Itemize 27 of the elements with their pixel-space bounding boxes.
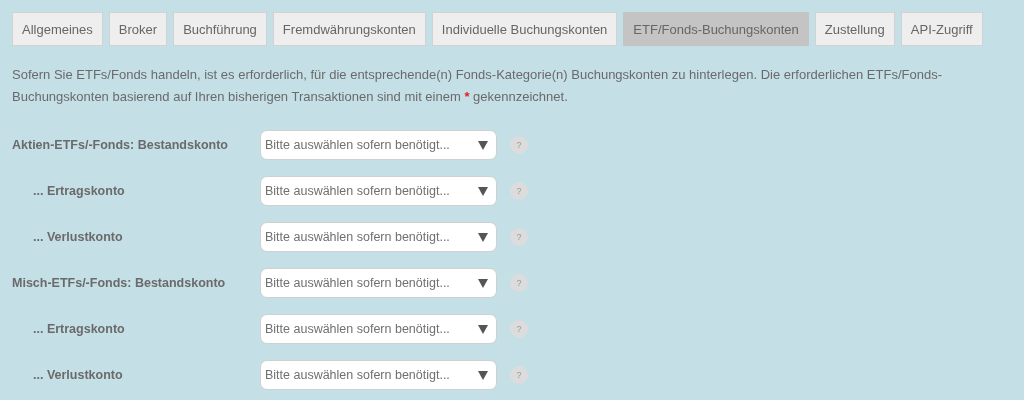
caret-icon [478, 140, 488, 150]
account-select[interactable]: Bitte auswählen sofern benötigt... [260, 176, 497, 206]
field-label: ... Verlustkonto [32, 368, 124, 382]
caret-icon [478, 232, 488, 242]
field-label: ... Verlustkonto [32, 230, 124, 244]
field-label: ... Ertragskonto [32, 184, 126, 198]
settings-tab[interactable]: ETF/Fonds-Buchungskonten [623, 12, 809, 46]
caret-icon [478, 370, 488, 380]
settings-tab[interactable]: API-Zugriff [900, 12, 983, 46]
settings-tab[interactable]: Allgemeines [12, 12, 103, 46]
field-label: Aktien-ETFs/-Fonds: Bestandskonto [12, 138, 229, 152]
settings-tab[interactable]: Fremdwährungskonten [272, 12, 426, 46]
description-text: Sofern Sie ETFs/Fonds handeln, ist es erforderlich, für die entsprechende(n) Fonds-Kategorie(n) Buchungskonten zu hinterlegen. Die erforderlichen ETFs/Fonds-Buchungskonten basierend auf Ihren bisherigen Transaktionen sind mit einem * gekennzeichnet. [12, 66, 943, 106]
account-select[interactable]: Bitte auswählen sofern benötigt... [260, 268, 497, 298]
caret-icon [478, 186, 488, 196]
account-select[interactable]: Bitte auswählen sofern benötigt... [260, 314, 497, 344]
field-label: Misch-ETFs/-Fonds: Bestandskonto [12, 276, 227, 290]
settings-tab[interactable]: Individuelle Buchungskonten [431, 12, 618, 46]
settings-tab[interactable]: Buchführung [173, 12, 267, 46]
account-select[interactable]: Bitte auswählen sofern benötigt... [260, 222, 497, 252]
caret-icon [478, 278, 488, 288]
settings-tab[interactable]: Broker [108, 12, 168, 46]
account-select[interactable]: Bitte auswählen sofern benötigt... [260, 130, 497, 160]
settings-tab[interactable]: Zustellung [814, 12, 895, 46]
caret-icon [478, 324, 488, 334]
account-select[interactable]: Bitte auswählen sofern benötigt... [260, 360, 497, 390]
field-label: ... Ertragskonto [32, 322, 126, 336]
